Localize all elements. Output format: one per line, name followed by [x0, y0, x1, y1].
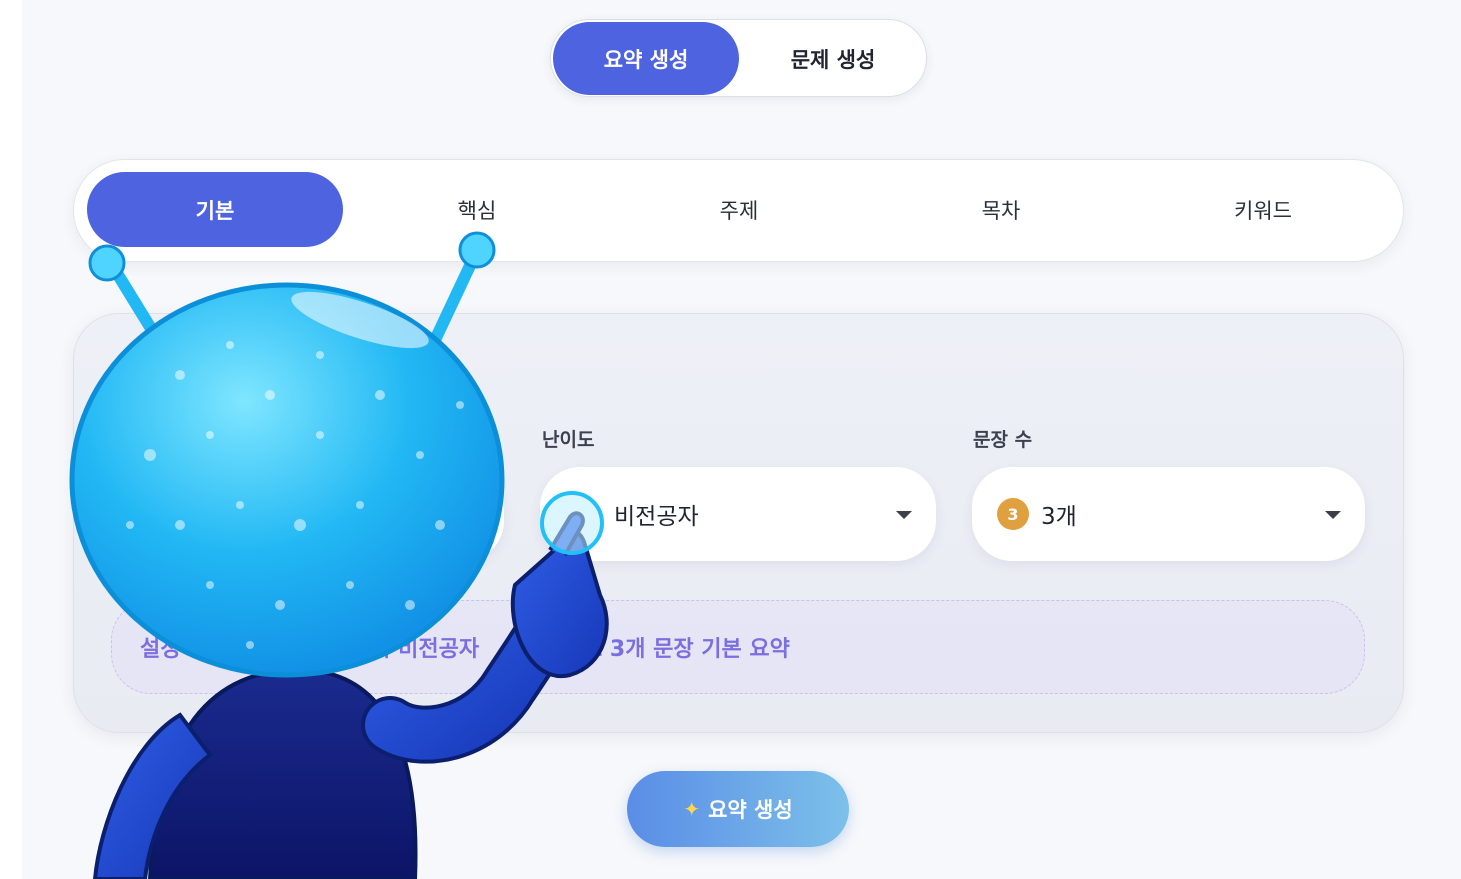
count-badge: 3 — [997, 498, 1029, 530]
generate-summary-label: 요약 생성 — [708, 798, 793, 822]
sentence-count-select[interactable]: 3 3개 — [972, 467, 1365, 561]
chevron-down-icon — [1325, 511, 1341, 519]
generate-summary-button[interactable]: ✦ 요약 생성 — [627, 771, 849, 847]
mode-toggle: 요약 생성 문제 생성 — [550, 19, 927, 97]
chevron-down-icon — [896, 511, 912, 519]
sentence-count-value: 3개 — [1041, 504, 1077, 530]
tab-topic[interactable]: 주제 — [611, 172, 867, 247]
alien-mascot-illustration — [69, 231, 609, 879]
question-mode-button[interactable]: 문제 생성 — [741, 22, 925, 95]
sentence-count-label: 문장 수 — [973, 429, 1033, 451]
summary-mode-button[interactable]: 요약 생성 — [553, 22, 739, 95]
tab-keyword[interactable]: 키워드 — [1135, 172, 1391, 247]
sparkles-icon: ✦ — [683, 797, 701, 821]
tab-toc[interactable]: 목차 — [873, 172, 1129, 247]
